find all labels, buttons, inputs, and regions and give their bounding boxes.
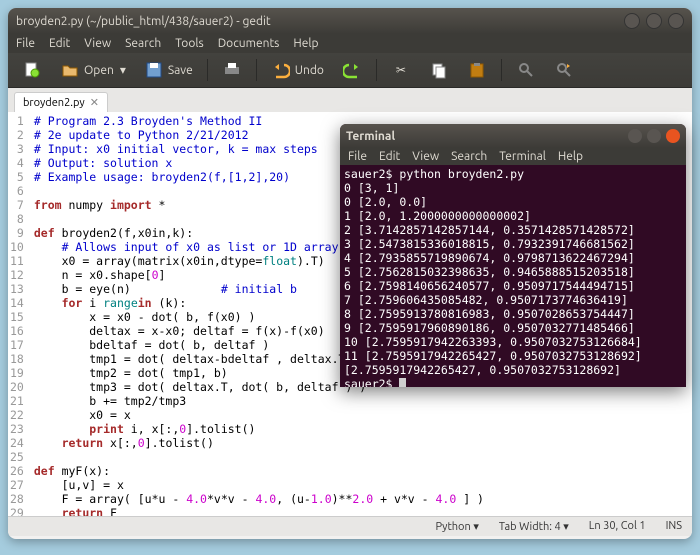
chevron-down-icon: ▾ — [563, 521, 569, 533]
copy-button[interactable] — [423, 57, 455, 83]
titlebar[interactable]: broyden2.py (~/public_html/438/sauer2) -… — [8, 8, 692, 34]
printer-icon — [222, 60, 242, 80]
redo-icon — [342, 60, 362, 80]
terminal-minimize-button[interactable] — [628, 129, 642, 143]
terminal-menu-view[interactable]: View — [412, 150, 439, 163]
redo-button[interactable] — [336, 57, 368, 83]
tab-bar: broyden2.py ✕ — [8, 88, 692, 112]
menu-tools[interactable]: Tools — [175, 37, 204, 50]
cut-button[interactable]: ✂ — [385, 57, 417, 83]
tab-broyden2[interactable]: broyden2.py ✕ — [14, 92, 108, 112]
paste-button[interactable] — [461, 57, 493, 83]
separator — [207, 59, 208, 81]
menu-edit[interactable]: Edit — [49, 37, 70, 50]
maximize-button[interactable] — [646, 13, 662, 29]
tab-width-selector[interactable]: Tab Width: 4 ▾ — [499, 520, 569, 533]
terminal-close-button[interactable] — [666, 129, 680, 143]
clipboard-icon — [467, 60, 487, 80]
minimize-button[interactable] — [624, 13, 640, 29]
menu-search[interactable]: Search — [125, 37, 161, 50]
insert-mode: INS — [666, 520, 682, 533]
find-replace-button[interactable] — [548, 57, 580, 83]
scissors-icon: ✂ — [391, 60, 411, 80]
menu-help[interactable]: Help — [293, 37, 318, 50]
language-selector[interactable]: Python ▾ — [435, 520, 478, 533]
chevron-down-icon: ▾ — [473, 521, 479, 533]
separator — [501, 59, 502, 81]
find-button[interactable] — [510, 57, 542, 83]
terminal-output[interactable]: sauer2$ python broyden2.py0 [3, 1]0 [2.0… — [340, 165, 686, 387]
new-document-button[interactable] — [16, 57, 48, 83]
menu-file[interactable]: File — [16, 37, 35, 50]
terminal-maximize-button[interactable] — [647, 129, 661, 143]
terminal-window-controls — [628, 129, 680, 143]
terminal-titlebar[interactable]: Terminal — [340, 124, 686, 148]
undo-icon — [271, 60, 291, 80]
statusbar: Python ▾ Tab Width: 4 ▾ Ln 30, Col 1 INS — [8, 516, 692, 536]
menu-view[interactable]: View — [84, 37, 111, 50]
terminal-menu-help[interactable]: Help — [558, 150, 583, 163]
menubar: File Edit View Search Tools Documents He… — [8, 34, 692, 53]
find-replace-icon — [554, 60, 574, 80]
separator — [256, 59, 257, 81]
undo-button[interactable]: Undo — [265, 57, 330, 83]
search-icon — [516, 60, 536, 80]
line-gutter: 1234567891011121314151617181920212223242… — [8, 112, 30, 516]
menu-documents[interactable]: Documents — [218, 37, 280, 50]
separator — [376, 59, 377, 81]
terminal-menubar: File Edit View Search Terminal Help — [340, 148, 686, 165]
terminal-menu-terminal[interactable]: Terminal — [499, 150, 546, 163]
document-new-icon — [22, 60, 42, 80]
terminal-menu-file[interactable]: File — [348, 150, 367, 163]
toolbar: Open▾ Save Undo ✂ — [8, 53, 692, 88]
close-button[interactable] — [668, 13, 684, 29]
terminal-menu-edit[interactable]: Edit — [379, 150, 400, 163]
copy-icon — [429, 60, 449, 80]
terminal-title: Terminal — [346, 130, 395, 143]
chevron-down-icon: ▾ — [120, 63, 126, 77]
window-title: broyden2.py (~/public_html/438/sauer2) -… — [16, 15, 271, 28]
save-button[interactable]: Save — [138, 57, 199, 83]
folder-open-icon — [60, 60, 80, 80]
cursor-position: Ln 30, Col 1 — [589, 520, 646, 533]
terminal-menu-search[interactable]: Search — [451, 150, 487, 163]
tab-label: broyden2.py — [23, 97, 85, 109]
save-icon — [144, 60, 164, 80]
window-controls — [624, 13, 684, 29]
print-button[interactable] — [216, 57, 248, 83]
tab-close-icon[interactable]: ✕ — [90, 96, 99, 109]
open-button[interactable]: Open▾ — [54, 57, 132, 83]
terminal-window[interactable]: Terminal File Edit View Search Terminal … — [340, 124, 686, 387]
